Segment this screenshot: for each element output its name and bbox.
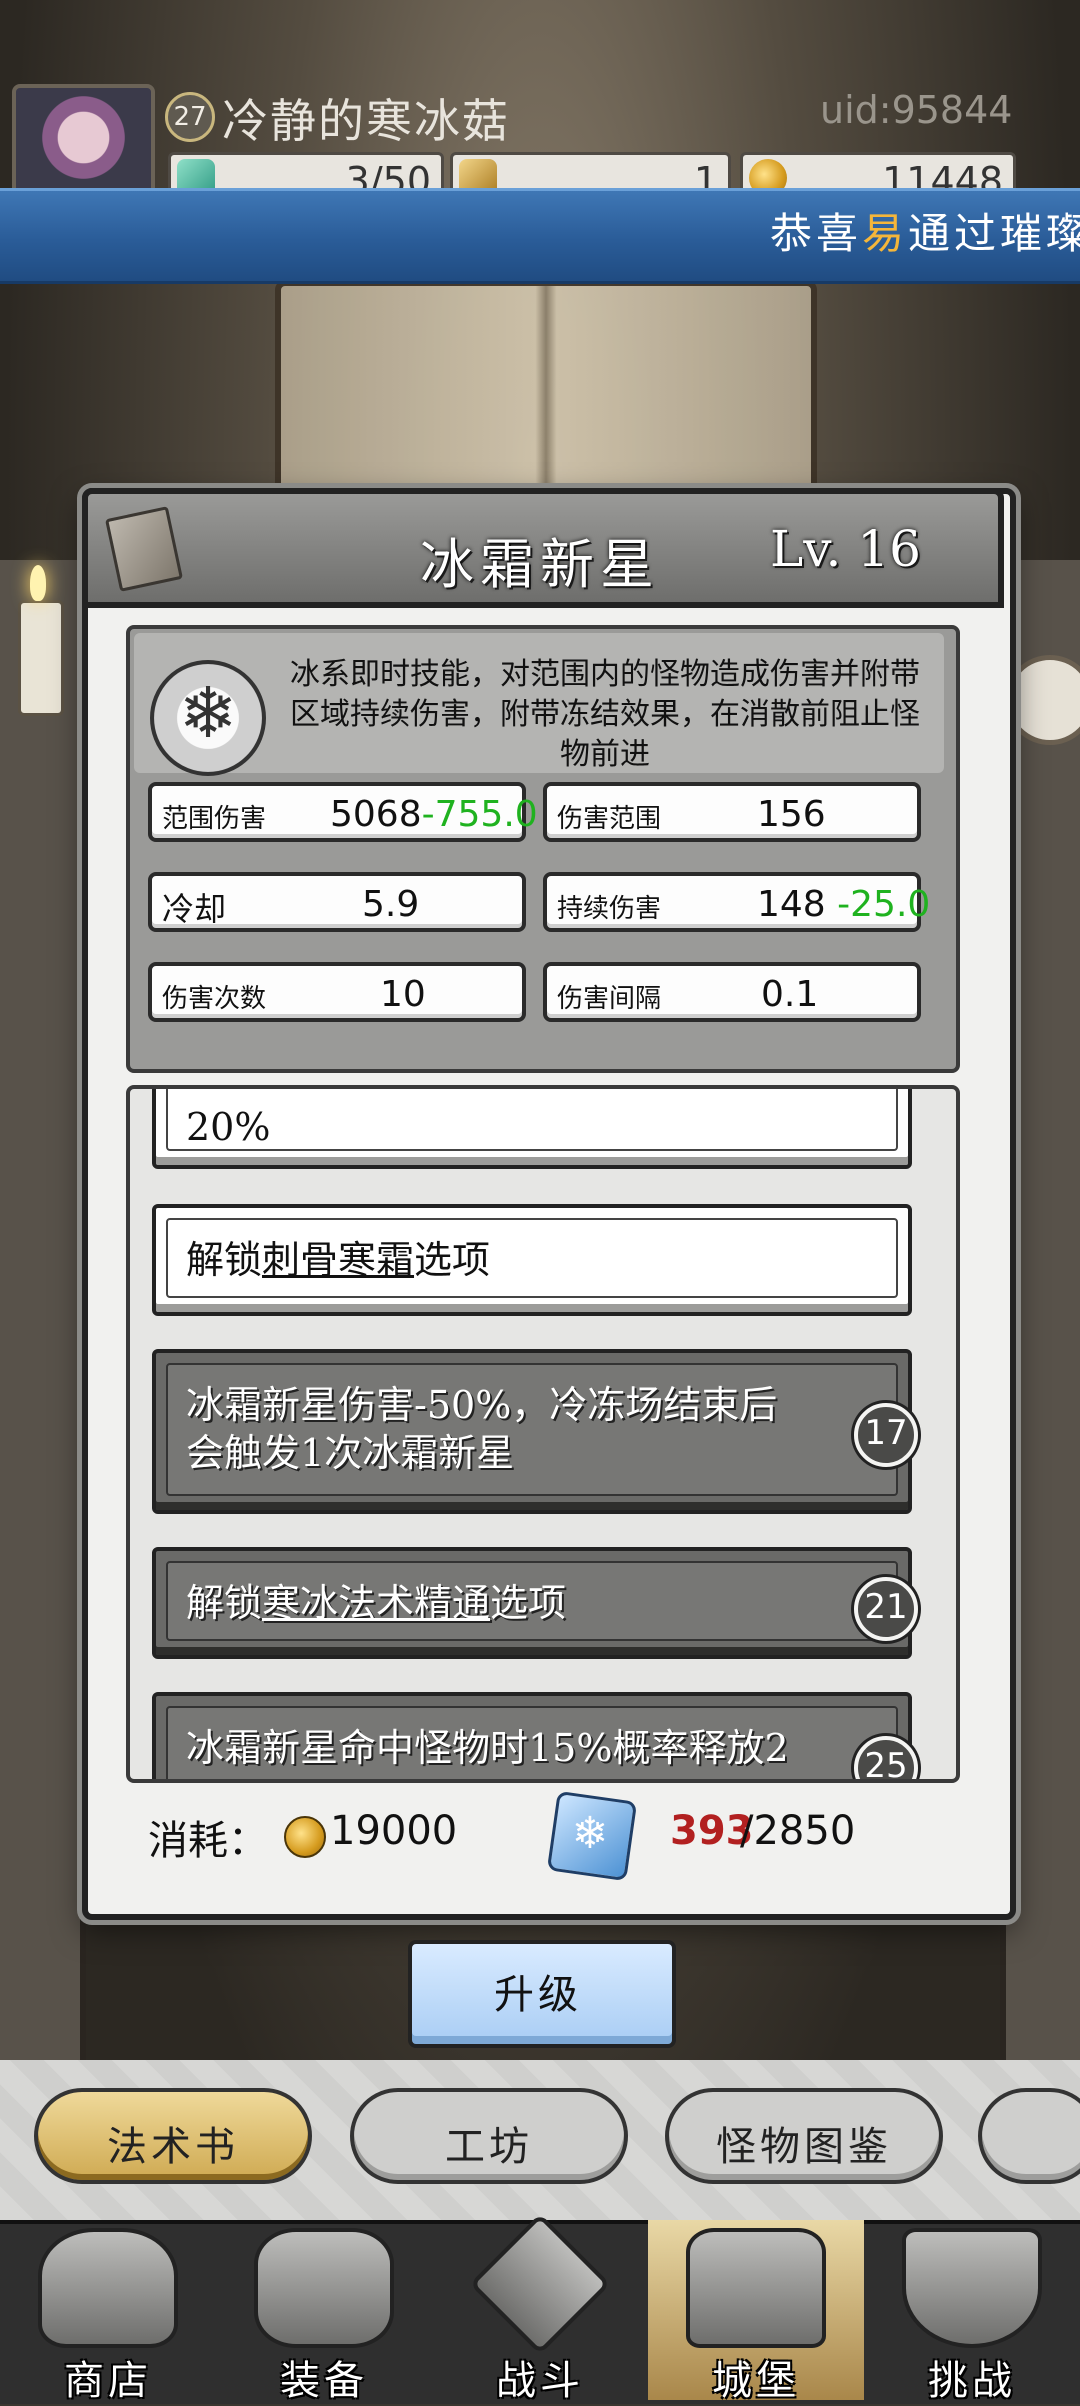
upgrade-item[interactable]: 解锁刺骨寒霜选项 bbox=[152, 1204, 912, 1316]
stat-bonus: -25.0 bbox=[825, 884, 931, 925]
shield-icon bbox=[902, 2228, 1042, 2348]
open-book-illustration bbox=[275, 280, 817, 512]
announcement-text: 恭喜易通过璀璨 bbox=[770, 200, 1080, 261]
nav-castle[interactable]: 城堡 bbox=[648, 2220, 864, 2404]
crossed-swords-icon bbox=[469, 2213, 611, 2355]
stat-dot-damage: 持续伤害 148 -25.0 bbox=[543, 872, 930, 932]
stat-label: 伤害范围 bbox=[557, 804, 662, 834]
stat-label: 伤害次数 bbox=[162, 984, 267, 1014]
player-uid: uid:95844 bbox=[820, 88, 1013, 132]
stat-value: 5068-755.0 bbox=[330, 794, 538, 835]
stat-damage-interval: 伤害间隔 0.1 bbox=[543, 962, 921, 1022]
upgrade-option-link[interactable]: 刺骨寒霜 bbox=[262, 1238, 414, 1282]
player-level-badge: 27 bbox=[165, 92, 215, 142]
upgrade-text: 解锁寒冰法术精通选项 bbox=[186, 1581, 567, 1625]
upgrade-button-label[interactable]: 升级 bbox=[408, 1962, 668, 2020]
ice-crystal-icon: ❄ bbox=[178, 672, 238, 754]
stat-label: 伤害间隔 bbox=[557, 984, 662, 1014]
nav-label: 战斗 bbox=[496, 2358, 584, 2404]
stat-hit-count: 伤害次数 10 bbox=[148, 962, 526, 1022]
tab-label: 法术书 bbox=[107, 2124, 239, 2170]
shop-hut-icon bbox=[38, 2228, 178, 2348]
upgrade-item-locked[interactable]: 冰霜新星伤害-50%，冷冻场结束后 会触发1次冰霜新星 17 bbox=[152, 1349, 918, 1514]
required-level-badge: 21 bbox=[854, 1577, 918, 1641]
tab-monster-codex[interactable]: 怪物图鉴 bbox=[665, 2088, 943, 2184]
stat-label: 冷却 bbox=[162, 890, 227, 928]
announcement-prefix: 恭喜 bbox=[770, 209, 863, 258]
cost-label: 消耗： bbox=[148, 1818, 268, 1864]
upgrade-list[interactable]: 20% 解锁刺骨寒霜选项 冰霜新星伤害-50%，冷冻场结束后 会触发1次冰霜新星… bbox=[126, 1085, 960, 1783]
nav-label: 商店 bbox=[64, 2358, 152, 2404]
tab-more[interactable] bbox=[978, 2088, 1080, 2184]
upgrade-text: 20% bbox=[186, 1105, 271, 1149]
castle-tower-icon bbox=[686, 2228, 826, 2348]
skill-description: 冰系即时技能，对范围内的怪物造成伤害并附带区域持续伤害，附带冻结效果，在消散前阻… bbox=[290, 657, 920, 772]
stat-label: 范围伤害 bbox=[162, 804, 267, 834]
backpack-icon bbox=[254, 2228, 394, 2348]
announcement-suffix: 通过璀璨 bbox=[908, 209, 1080, 258]
stat-damage-range: 伤害范围 156 bbox=[543, 782, 921, 842]
stat-cooldown: 冷却 5.9 bbox=[148, 872, 526, 932]
upgrade-text-line1: 冰霜新星伤害-50%，冷冻场结束后 bbox=[186, 1383, 778, 1427]
stat-bonus: -755.0 bbox=[421, 794, 538, 835]
tab-spellbook[interactable]: 法术书 bbox=[34, 2088, 312, 2184]
required-level-badge: 17 bbox=[854, 1403, 918, 1467]
upgrade-text-line2: 会触发1次冰霜新星 bbox=[186, 1431, 515, 1475]
upgrade-text: 冰霜新星命中怪物时15%概率释放2 bbox=[186, 1726, 789, 1770]
left-bookshelf bbox=[0, 560, 86, 2060]
nav-shop[interactable]: 商店 bbox=[0, 2220, 216, 2404]
gold-coin-icon bbox=[284, 1816, 326, 1858]
stat-area-damage: 范围伤害 5068-755.0 bbox=[148, 782, 538, 842]
stat-value: 5.9 bbox=[362, 884, 420, 925]
skill-level: Lv. 16 bbox=[770, 520, 921, 578]
stat-value: 148 -25.0 bbox=[757, 884, 931, 925]
player-avatar[interactable] bbox=[12, 84, 155, 202]
candle-flame-icon bbox=[30, 565, 46, 601]
upgrade-item-locked[interactable]: 解锁寒冰法术精通选项 21 bbox=[152, 1547, 918, 1659]
nav-label: 装备 bbox=[280, 2358, 368, 2404]
announcement-player-name: 易 bbox=[862, 209, 909, 258]
nav-label: 城堡 bbox=[712, 2358, 800, 2404]
player-name: 冷静的寒冰菇 bbox=[222, 94, 510, 148]
shard-required-count: /2850 bbox=[740, 1808, 856, 1854]
upgrade-option-link[interactable]: 寒冰法术精通 bbox=[262, 1581, 490, 1625]
upgrade-item-locked[interactable]: 冰霜新星命中怪物时15%概率释放2 25 bbox=[152, 1692, 918, 1779]
stat-value: 156 bbox=[757, 794, 826, 835]
nav-challenge[interactable]: 挑战 bbox=[864, 2220, 1080, 2404]
upgrade-item: 20% bbox=[152, 1089, 912, 1169]
tab-label: 工坊 bbox=[445, 2124, 533, 2170]
skill-title: 冰霜新星 bbox=[420, 533, 660, 596]
stat-value: 10 bbox=[380, 974, 426, 1015]
candle-icon bbox=[18, 600, 64, 716]
nav-label: 挑战 bbox=[928, 2358, 1016, 2404]
stat-value: 0.1 bbox=[761, 974, 819, 1015]
ice-crystal-icon: ❄ bbox=[571, 1808, 609, 1859]
tab-workshop[interactable]: 工坊 bbox=[350, 2088, 628, 2184]
tab-label: 怪物图鉴 bbox=[716, 2124, 892, 2170]
cost-gold-amount: 19000 bbox=[330, 1808, 458, 1854]
nav-equipment[interactable]: 装备 bbox=[216, 2220, 432, 2404]
nav-battle[interactable]: 战斗 bbox=[432, 2213, 648, 2404]
upgrade-text: 解锁刺骨寒霜选项 bbox=[186, 1238, 491, 1282]
stat-label: 持续伤害 bbox=[557, 894, 662, 924]
